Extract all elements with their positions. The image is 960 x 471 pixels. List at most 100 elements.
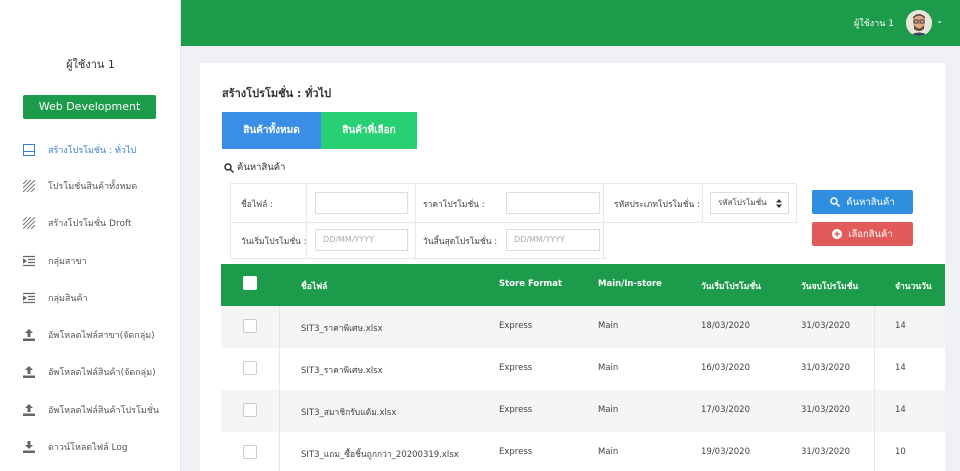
cell-days: 14 — [895, 321, 906, 331]
sidebar-item-label: สร้างโปรโมชั่น Droft — [48, 219, 132, 229]
cell-main-instore: Main — [598, 321, 619, 331]
list-indent-icon — [22, 291, 36, 305]
sidebar-item-download-log[interactable]: ดาวน์โหลดไฟล์ Log — [0, 437, 181, 457]
cell-main-instore: Main — [598, 363, 619, 373]
sidebar-item-upload-promo-product[interactable]: อัพโหลดไฟล์สินค้าโปรโมชั่น — [0, 400, 181, 420]
row-checkbox[interactable] — [243, 403, 257, 417]
sidebar-item-label: โปรโมชั่นสินค้าทั้งหมด — [48, 182, 138, 192]
column-end-date[interactable]: วันจบโปรโมชั่น — [801, 279, 858, 293]
cell-main-instore: Main — [598, 405, 619, 415]
row-checkbox[interactable] — [243, 445, 257, 459]
start-date-input[interactable]: DD/MM/YYYY — [315, 229, 408, 251]
end-date-label: วันสิ้นสุดโปรโมชั่น : — [423, 237, 498, 247]
cell-store-format: Express — [499, 447, 533, 457]
sidebar-item-label: กลุ่มสาขา — [48, 257, 87, 267]
upload-icon — [22, 365, 36, 379]
table-header: ชื่อไฟล์ Store Format Main/In-store วันเ… — [221, 264, 945, 306]
download-icon — [22, 440, 36, 454]
column-main-instore[interactable]: Main/In-store — [598, 279, 662, 289]
file-name-input[interactable] — [315, 192, 408, 214]
column-file-name[interactable]: ชื่อไฟล์ — [301, 279, 327, 293]
column-store-format[interactable]: Store Format — [499, 279, 562, 289]
cell-file-name: SIT3_ราคาพิเศษ.xlsx — [301, 366, 383, 376]
table-row[interactable]: SIT3_แถม_ซื้อชิ้นถูกกว่า_20200319.xlsx E… — [221, 432, 945, 471]
cell-days: 10 — [895, 447, 906, 457]
page-title: สร้างโปรโมชั่น : ทั่วไป — [222, 87, 332, 100]
start-date-label: วันเริ่มโปรโมชั่น : — [241, 237, 307, 247]
cell-file-name: SIT3_แถม_ซื้อชิ้นถูกกว่า_20200319.xlsx — [301, 450, 459, 460]
promo-type-label: รหัสประเภทโปรโมชั่น : — [614, 200, 700, 210]
search-icon — [224, 162, 234, 173]
cell-end-date: 31/03/2020 — [801, 405, 850, 415]
sidebar-user-name: ผู้ใช้งาน 1 — [66, 58, 115, 71]
select-all-checkbox[interactable] — [243, 276, 257, 290]
layout-icon — [22, 143, 36, 157]
row-checkbox[interactable] — [243, 361, 257, 375]
sidebar-item-create-promotion[interactable]: สร้างโปรโมชั่น : ทั่วไป — [0, 140, 181, 160]
avatar[interactable] — [906, 10, 932, 36]
sidebar-item-upload-branch[interactable]: อัพโหลดไฟล์สาขา(จัดกลุ่ม) — [0, 325, 181, 345]
cell-start-date: 19/03/2020 — [701, 447, 750, 457]
cell-main-instore: Main — [598, 447, 619, 457]
sidebar-item-label: ดาวน์โหลดไฟล์ Log — [48, 443, 128, 453]
chevron-down-icon[interactable]: ⌄ — [936, 16, 943, 25]
cell-start-date: 16/03/2020 — [701, 363, 750, 373]
main-card: สร้างโปรโมชั่น : ทั่วไป สินค้าทั้งหมด สิ… — [200, 63, 945, 471]
search-icon — [830, 197, 841, 207]
tab-all-products[interactable]: สินค้าทั้งหมด — [222, 112, 321, 149]
filter-form: ชื่อไฟล์ : ราคาโปรโมชั่น : รหัสประเภทโปร… — [230, 183, 797, 259]
sidebar: ผู้ใช้งาน 1 Web Development สร้างโปรโมชั… — [0, 0, 181, 471]
topbar-user-name[interactable]: ผู้ใช้งาน 1 — [854, 16, 894, 30]
promo-price-input[interactable] — [506, 192, 600, 214]
cell-days: 14 — [895, 405, 906, 415]
row-checkbox[interactable] — [243, 319, 257, 333]
file-name-label: ชื่อไฟล์ : — [241, 200, 273, 210]
sidebar-item-label: สร้างโปรโมชั่น : ทั่วไป — [48, 146, 137, 156]
promo-type-value: รหัสโปรโมชั่น — [718, 198, 767, 207]
end-date-input[interactable]: DD/MM/YYYY — [506, 229, 600, 251]
search-heading: ค้นหาสินค้า — [224, 160, 285, 175]
search-products-label: ค้นหาสินค้า — [846, 196, 895, 208]
cell-end-date: 31/03/2020 — [801, 363, 850, 373]
sidebar-item-create-draft[interactable]: สร้างโปรโมชั่น Droft — [0, 213, 181, 233]
list-indent-icon — [22, 254, 36, 268]
hatch-icon — [22, 179, 36, 193]
select-products-label: เลือกสินค้า — [848, 228, 893, 240]
table-row[interactable]: SIT3_ราคาพิเศษ.xlsx Express Main 18/03/2… — [221, 306, 945, 348]
sidebar-item-label: อัพโหลดไฟล์สาขา(จัดกลุ่ม) — [48, 331, 155, 341]
sort-arrows-icon — [776, 199, 782, 208]
workspace-button[interactable]: Web Development — [23, 95, 156, 119]
cell-end-date: 31/03/2020 — [801, 447, 850, 457]
cell-file-name: SIT3_ราคาพิเศษ.xlsx — [301, 324, 383, 334]
cell-start-date: 17/03/2020 — [701, 405, 750, 415]
hatch-icon — [22, 216, 36, 230]
column-start-date[interactable]: วันเริ่มโปรโมชั่น — [701, 279, 761, 293]
cell-end-date: 31/03/2020 — [801, 321, 850, 331]
cell-store-format: Express — [499, 363, 533, 373]
search-heading-label: ค้นหาสินค้า — [237, 162, 286, 173]
select-products-button[interactable]: เลือกสินค้า — [812, 222, 913, 246]
sidebar-item-branch-groups[interactable]: กลุ่มสาขา — [0, 251, 181, 271]
cell-store-format: Express — [499, 321, 533, 331]
search-products-button[interactable]: ค้นหาสินค้า — [812, 190, 913, 214]
cell-start-date: 18/03/2020 — [701, 321, 750, 331]
tab-selected-products[interactable]: สินค้าที่เลือก — [321, 112, 417, 149]
cell-days: 14 — [895, 363, 906, 373]
sidebar-item-label: กลุ่มสินค้า — [48, 294, 88, 304]
cell-store-format: Express — [499, 405, 533, 415]
sidebar-item-product-groups[interactable]: กลุ่มสินค้า — [0, 288, 181, 308]
promo-type-select[interactable]: รหัสโปรโมชั่น — [710, 192, 789, 214]
sidebar-item-all-promotions[interactable]: โปรโมชั่นสินค้าทั้งหมด — [0, 176, 181, 196]
cell-file-name: SIT3_สมาชิกรับแต้ม.xlsx — [301, 408, 397, 418]
table-row[interactable]: SIT3_สมาชิกรับแต้ม.xlsx Express Main 17/… — [221, 390, 945, 432]
plus-circle-icon — [832, 229, 843, 239]
promo-price-label: ราคาโปรโมชั่น : — [423, 200, 485, 210]
upload-icon — [22, 403, 36, 417]
column-days[interactable]: จำนวนวัน — [895, 279, 932, 293]
sidebar-item-label: อัพโหลดไฟล์สินค้าโปรโมชั่น — [48, 406, 160, 416]
top-bar: ผู้ใช้งาน 1 ⌄ — [181, 0, 960, 46]
table-row[interactable]: SIT3_ราคาพิเศษ.xlsx Express Main 16/03/2… — [221, 348, 945, 390]
sidebar-item-upload-product[interactable]: อัพโหลดไฟล์สินค้า(จัดกลุ่ม) — [0, 362, 181, 382]
sidebar-item-label: อัพโหลดไฟล์สินค้า(จัดกลุ่ม) — [48, 368, 156, 378]
upload-icon — [22, 328, 36, 342]
